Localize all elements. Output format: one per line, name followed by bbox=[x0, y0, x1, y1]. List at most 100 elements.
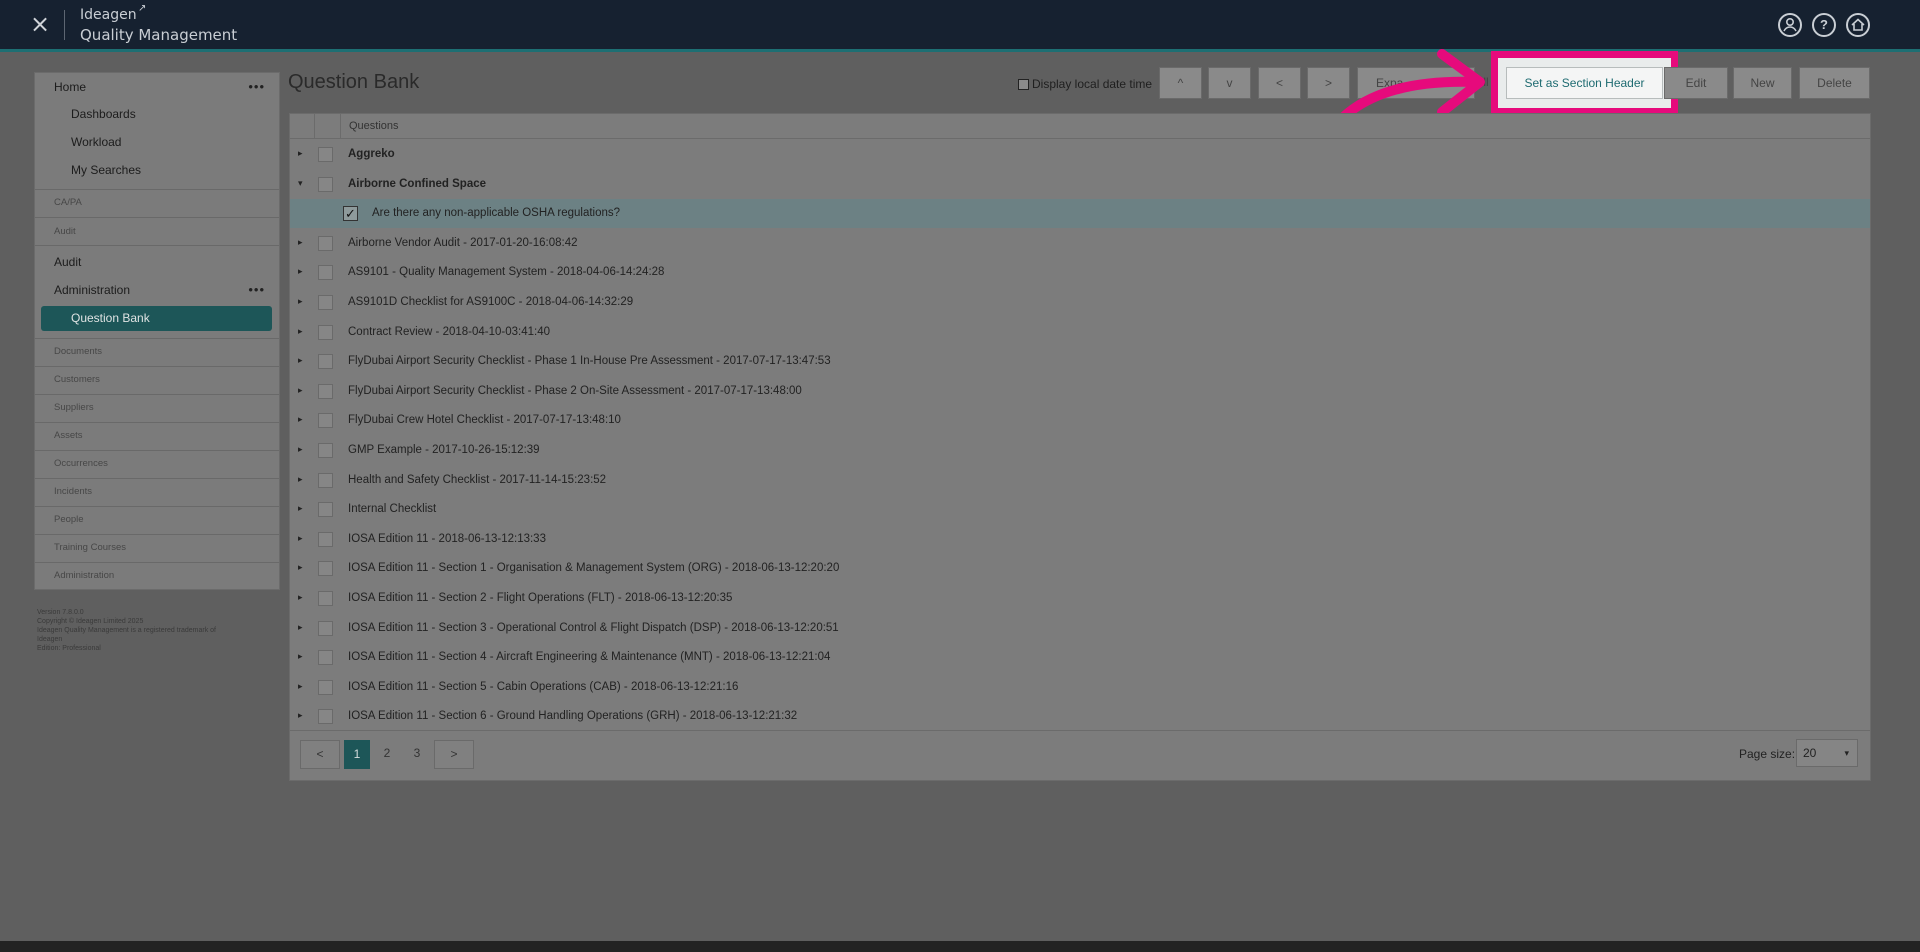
table-row[interactable]: ▸ IOSA Edition 11 - 2018-06-13-12:13:33 bbox=[290, 525, 1870, 554]
table-row[interactable]: ▸ FlyDubai Airport Security Checklist - P… bbox=[290, 347, 1870, 376]
expand-icon[interactable]: ▸ bbox=[298, 474, 303, 485]
expand-icon[interactable]: ▸ bbox=[298, 444, 303, 455]
row-checkbox[interactable] bbox=[318, 679, 333, 695]
sidebar-item-audit-module[interactable]: Audit bbox=[54, 226, 298, 237]
table-row[interactable]: ▸ IOSA Edition 11 - Section 3 - Operation… bbox=[290, 614, 1870, 643]
section-title: Airborne Confined Space bbox=[348, 177, 487, 190]
row-checkbox[interactable] bbox=[318, 502, 333, 518]
row-checkbox[interactable] bbox=[318, 265, 333, 281]
selected-question-row[interactable]: ✓ Are there any non-applicable OSHA regul… bbox=[290, 199, 1870, 229]
row-checkbox[interactable] bbox=[318, 561, 333, 577]
row-checkbox[interactable] bbox=[318, 413, 333, 429]
expand-icon[interactable]: ▸ bbox=[298, 592, 303, 603]
row-checkbox[interactable] bbox=[318, 147, 333, 162]
table-row[interactable]: ▸ FlyDubai Airport Security Checklist - P… bbox=[290, 377, 1870, 406]
sidebar-item-customers[interactable]: Customers bbox=[54, 374, 298, 385]
expand-icon[interactable]: ▸ bbox=[298, 148, 303, 159]
row-checkbox[interactable] bbox=[318, 650, 333, 666]
section-title: IOSA Edition 11 - Section 6 - Ground Han… bbox=[348, 710, 798, 723]
table-row[interactable]: ▸ Internal Checklist bbox=[290, 495, 1870, 524]
table-row[interactable]: ▸ IOSA Edition 11 - Section 2 - Flight Op… bbox=[290, 584, 1870, 613]
home-more-icon[interactable]: ••• bbox=[248, 79, 265, 94]
expand-icon[interactable]: ▸ bbox=[298, 355, 303, 366]
display-local-time-checkbox[interactable] bbox=[1018, 79, 1029, 90]
sidebar-item-incidents[interactable]: Incidents bbox=[54, 486, 298, 497]
row-checkbox[interactable] bbox=[318, 383, 333, 399]
row-checkbox[interactable] bbox=[318, 709, 333, 725]
expand-icon[interactable]: ▸ bbox=[298, 503, 303, 514]
table-row[interactable]: ▸ Health and Safety Checklist - 2017-11-1… bbox=[290, 466, 1870, 495]
expand-icon[interactable]: ▸ bbox=[298, 710, 303, 721]
table-row[interactable]: ▾ Airborne Confined Space bbox=[290, 170, 1870, 199]
outdent-button[interactable]: < bbox=[1258, 67, 1301, 99]
close-icon[interactable]: × bbox=[28, 11, 52, 37]
expand-icon[interactable]: ▸ bbox=[298, 385, 303, 396]
sidebar-item-people[interactable]: People bbox=[54, 514, 298, 525]
expand-icon[interactable]: ▸ bbox=[298, 562, 303, 573]
sidebar-item-question-bank[interactable]: Question Bank bbox=[41, 306, 272, 331]
table-row[interactable]: ▸ GMP Example - 2017-10-26-15:12:39 bbox=[290, 436, 1870, 465]
sidebar-item-documents[interactable]: Documents bbox=[54, 346, 298, 357]
row-checkbox[interactable] bbox=[318, 591, 333, 606]
table-row[interactable]: ▸ IOSA Edition 11 - Section 1 - Organisat… bbox=[290, 554, 1870, 583]
set-as-section-header-button[interactable]: Set as Section Header bbox=[1506, 67, 1663, 99]
row-checkbox[interactable] bbox=[318, 235, 333, 251]
table-row[interactable]: ▸ IOSA Edition 11 - Section 4 - Aircraft … bbox=[290, 643, 1870, 672]
home-icon[interactable] bbox=[1846, 13, 1870, 37]
expand-icon[interactable]: ▸ bbox=[298, 622, 303, 633]
next-page-button[interactable]: > bbox=[434, 740, 474, 769]
collapse-icon[interactable]: ▾ bbox=[298, 178, 303, 189]
display-local-time-label: Display local date time bbox=[1032, 77, 1153, 91]
section-title: AS9101 - Quality Management System - 201… bbox=[348, 266, 665, 279]
expand-icon[interactable]: ▸ bbox=[298, 326, 303, 337]
page-2-button[interactable]: 2 bbox=[374, 740, 400, 769]
table-row[interactable]: ▸ Contract Review - 2018-04-10-03:41:40 bbox=[290, 318, 1870, 347]
row-checkbox[interactable] bbox=[318, 472, 333, 488]
sidebar-item-workload[interactable]: Workload bbox=[71, 135, 315, 149]
sidebar-item-audit[interactable]: Audit bbox=[54, 255, 298, 269]
expand-icon[interactable]: ▸ bbox=[298, 651, 303, 662]
sidebar-item-dashboards[interactable]: Dashboards bbox=[71, 107, 315, 121]
page-3-button[interactable]: 3 bbox=[404, 740, 430, 769]
row-checkbox[interactable] bbox=[318, 354, 333, 370]
expand-icon[interactable]: ▸ bbox=[298, 681, 303, 692]
row-checkbox[interactable] bbox=[318, 176, 333, 192]
expand-icon[interactable]: ▸ bbox=[298, 237, 303, 248]
table-row[interactable]: ▸ Aggreko bbox=[290, 140, 1870, 169]
edit-button[interactable]: Edit bbox=[1664, 67, 1728, 99]
administration-more-icon[interactable]: ••• bbox=[248, 282, 265, 297]
table-row[interactable]: ▸ FlyDubai Crew Hotel Checklist - 2017-07… bbox=[290, 406, 1870, 435]
expand-icon[interactable]: ▸ bbox=[298, 296, 303, 307]
row-checkbox[interactable] bbox=[318, 620, 333, 636]
column-header-questions[interactable]: Questions bbox=[349, 120, 399, 132]
table-row[interactable]: ▸ IOSA Edition 11 - Section 6 - Ground Ha… bbox=[290, 702, 1870, 731]
page-1-button[interactable]: 1 bbox=[344, 740, 370, 769]
table-row[interactable]: ▸ Airborne Vendor Audit - 2017-01-20-16:0… bbox=[290, 229, 1870, 258]
sidebar-item-training-courses[interactable]: Training Courses bbox=[54, 542, 298, 553]
expand-icon[interactable]: ▸ bbox=[298, 266, 303, 277]
sidebar-item-suppliers[interactable]: Suppliers bbox=[54, 402, 298, 413]
table-row[interactable]: ▸ IOSA Edition 11 - Section 5 - Cabin Ope… bbox=[290, 673, 1870, 702]
expand-icon[interactable]: ▸ bbox=[298, 414, 303, 425]
row-checkbox[interactable] bbox=[318, 295, 333, 310]
user-icon[interactable] bbox=[1778, 13, 1802, 37]
table-row[interactable]: ▸ AS9101 - Quality Management System - 20… bbox=[290, 258, 1870, 287]
move-up-button[interactable]: ^ bbox=[1159, 67, 1202, 99]
expand-icon[interactable]: ▸ bbox=[298, 533, 303, 544]
sidebar-item-administration-module[interactable]: Administration bbox=[54, 570, 298, 581]
move-down-button[interactable]: v bbox=[1208, 67, 1251, 99]
new-button[interactable]: New bbox=[1733, 67, 1792, 99]
sidebar-item-occurrences[interactable]: Occurrences bbox=[54, 458, 298, 469]
row-checkbox[interactable] bbox=[318, 443, 333, 458]
row-checkbox[interactable] bbox=[318, 324, 333, 340]
page-size-select[interactable]: 20 ▾ bbox=[1796, 739, 1858, 767]
help-icon[interactable]: ? bbox=[1812, 13, 1836, 37]
sidebar-item-my-searches[interactable]: My Searches bbox=[71, 163, 315, 177]
row-checkbox[interactable] bbox=[318, 531, 333, 547]
delete-button[interactable]: Delete bbox=[1799, 67, 1870, 99]
row-checkbox[interactable]: ✓ bbox=[343, 206, 358, 222]
sidebar-item-capa[interactable]: CA/PA bbox=[54, 197, 298, 208]
sidebar-item-assets[interactable]: Assets bbox=[54, 430, 298, 441]
prev-page-button[interactable]: < bbox=[300, 740, 340, 769]
table-row[interactable]: ▸ AS9101D Checklist for AS9100C - 2018-04… bbox=[290, 288, 1870, 317]
